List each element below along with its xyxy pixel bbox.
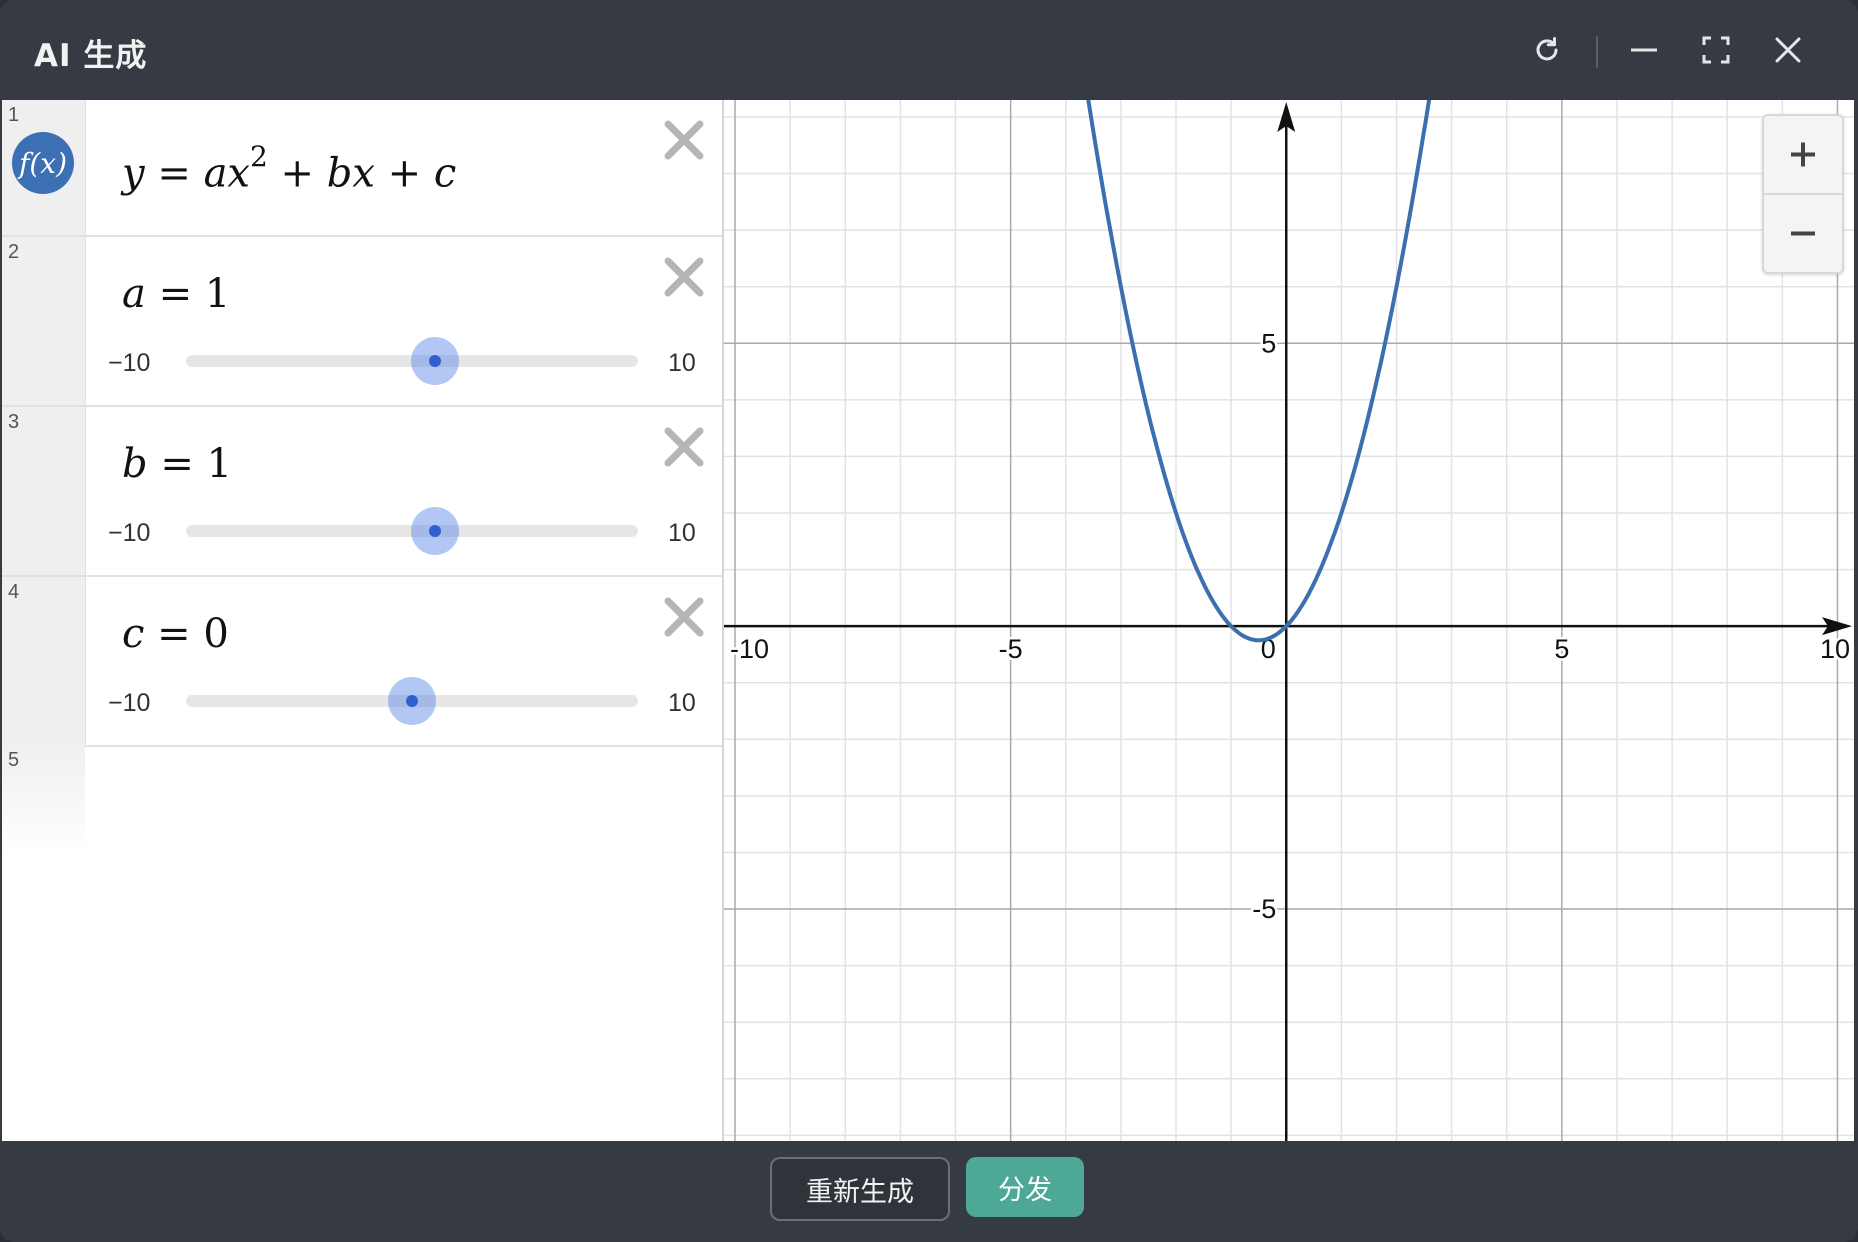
delete-expression-icon[interactable] (662, 595, 706, 639)
ai-generate-window: AI 生成 1 f(x) y = ax2 + bx + c 2 a = 1 −1… (0, 0, 1858, 1242)
variable-assignment[interactable]: c = 0 (122, 611, 229, 657)
zoom-out-button[interactable] (1764, 195, 1842, 272)
slider-track[interactable] (186, 507, 638, 555)
expression-formula[interactable]: y = ax2 + bx + c (122, 140, 456, 196)
minus-icon (1791, 231, 1815, 236)
slider-max-label: 10 (668, 689, 696, 717)
x-tick-label: 5 (1554, 634, 1569, 664)
row-number: 1 (8, 104, 20, 126)
graph-canvas[interactable]: -10 -5 0 5 10 5 -5 (724, 100, 1854, 1141)
slider-thumb[interactable] (410, 337, 459, 385)
row-number: 2 (8, 241, 20, 263)
expression-row-3[interactable]: 3 b = 1 −10 10 (2, 407, 722, 577)
window-title: AI 生成 (34, 38, 148, 74)
new-expression-gutter[interactable]: 5 (2, 745, 85, 855)
expression-row-1[interactable]: 1 f(x) y = ax2 + bx + c (2, 100, 722, 237)
slider-track[interactable] (186, 677, 638, 725)
footer-bar: 重新生成 分发 (0, 1141, 1858, 1242)
zoom-in-button[interactable] (1764, 116, 1842, 193)
close-button[interactable] (1764, 26, 1812, 74)
variable-name: a (122, 271, 146, 317)
slider-thumb[interactable] (388, 677, 436, 725)
variable-assignment[interactable]: a = 1 (122, 271, 230, 317)
expression-row-2[interactable]: 2 a = 1 −10 10 (2, 237, 722, 407)
y-tick-label: 5 (1261, 328, 1276, 358)
close-icon (1775, 37, 1801, 63)
slider-max-label: 10 (668, 519, 696, 547)
slider-max-label: 10 (668, 349, 696, 377)
row-gutter: 3 (2, 407, 86, 575)
variable-value: 1 (206, 441, 233, 487)
slider-min-label: −10 (108, 689, 151, 717)
x-tick-label: 10 (1820, 634, 1850, 664)
row-number: 5 (8, 749, 20, 771)
content-area: 1 f(x) y = ax2 + bx + c 2 a = 1 −10 10 3… (2, 100, 1854, 1141)
delete-expression-icon[interactable] (662, 425, 706, 469)
fx-icon[interactable]: f(x) (12, 132, 74, 194)
variable-value: 0 (203, 611, 229, 657)
expression-row-4[interactable]: 4 c = 0 −10 10 (2, 577, 722, 747)
variable-name: c (122, 611, 145, 657)
row-number: 3 (8, 411, 20, 433)
minimize-button[interactable] (1620, 26, 1668, 74)
row-number: 4 (8, 581, 20, 603)
plus-icon (1791, 142, 1815, 167)
y-tick-label: -5 (1252, 894, 1276, 924)
title-bar-separator (1596, 36, 1598, 68)
slider-track[interactable] (186, 337, 638, 385)
distribute-button[interactable]: 分发 (966, 1157, 1084, 1217)
refresh-button[interactable] (1523, 26, 1571, 74)
x-tick-label: -10 (730, 634, 769, 664)
slider-min-label: −10 (108, 349, 151, 377)
delete-expression-icon[interactable] (662, 118, 706, 162)
slider-thumb[interactable] (410, 507, 459, 555)
variable-value: 1 (204, 271, 231, 317)
parabola-curve (1086, 100, 1432, 643)
row-gutter: 2 (2, 237, 86, 405)
delete-expression-icon[interactable] (662, 255, 706, 299)
variable-name: b (122, 441, 148, 487)
fullscreen-button[interactable] (1692, 26, 1740, 74)
title-bar: AI 生成 (0, 0, 1858, 100)
graph-svg[interactable]: -10 -5 0 5 105-5 (724, 100, 1854, 1141)
variable-assignment[interactable]: b = 1 (122, 441, 232, 487)
zoom-controls (1762, 114, 1844, 274)
regenerate-button[interactable]: 重新生成 (770, 1157, 950, 1221)
x-tick-label: -5 (999, 634, 1023, 664)
row-gutter: 1 f(x) (2, 100, 86, 235)
minimize-icon (1631, 48, 1657, 52)
slider-min-label: −10 (108, 519, 151, 547)
fullscreen-icon (1702, 36, 1730, 64)
row-gutter: 4 (2, 577, 86, 745)
refresh-icon (1536, 37, 1558, 61)
expression-list: 1 f(x) y = ax2 + bx + c 2 a = 1 −10 10 3… (2, 100, 724, 1141)
